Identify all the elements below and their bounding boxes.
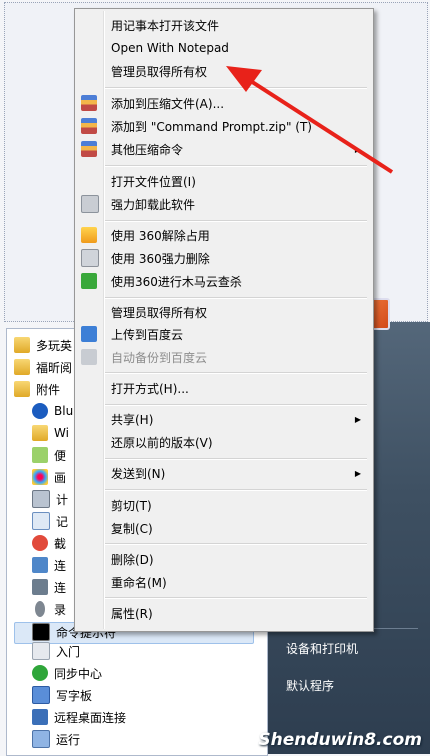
arrow-shaft (244, 76, 394, 174)
red-arrow-annotation (226, 66, 394, 174)
arrow-head (226, 66, 262, 92)
